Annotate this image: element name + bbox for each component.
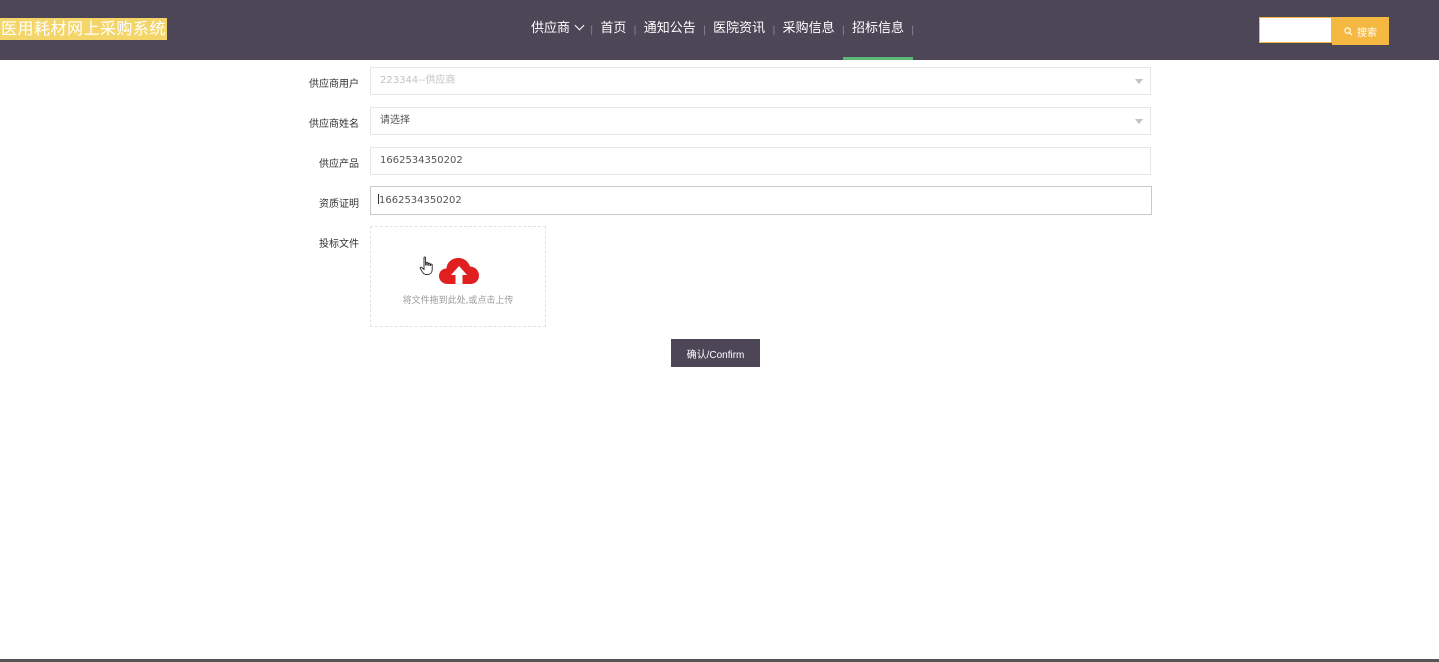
nav-separator: | bbox=[910, 24, 915, 36]
supplier-product-input[interactable]: 1662534350202 bbox=[370, 147, 1151, 175]
nav-separator: | bbox=[633, 24, 637, 36]
nav-label: 供应商 bbox=[531, 21, 571, 36]
nav-label: 招标信息 bbox=[851, 21, 904, 36]
nav-bidding-info[interactable]: 招标信息 bbox=[842, 0, 913, 60]
supplier-name-select[interactable]: 请选择 bbox=[370, 107, 1151, 135]
supplier-user-value: 223344--供应商 bbox=[380, 75, 456, 86]
confirm-button[interactable]: 确认/Confirm bbox=[671, 339, 760, 367]
supplier-user-select: 223344--供应商 bbox=[370, 67, 1151, 95]
supplier-product-value: 1662534350202 bbox=[380, 155, 463, 166]
upload-hint: 将文件拖到此处,或点击上传 bbox=[402, 296, 514, 306]
nav-label: 采购信息 bbox=[782, 21, 835, 36]
qualification-input[interactable]: 1662534350202 bbox=[370, 186, 1152, 215]
nav-hospital-news[interactable]: 医院资讯 bbox=[713, 0, 765, 60]
supplier-name-value: 请选择 bbox=[380, 115, 410, 126]
supplier-name-label: 供应商姓名 bbox=[309, 119, 359, 130]
nav-home[interactable]: 首页 bbox=[600, 0, 626, 60]
search-button[interactable]: 搜索 bbox=[1332, 17, 1389, 45]
site-title[interactable]: 医用耗材网上采购系统 bbox=[0, 18, 168, 40]
nav-label: 医院资讯 bbox=[713, 21, 766, 36]
top-navbar: 医用耗材网上采购系统 供应商 | 首页 | 通知公告 | 医院资讯 | 采购信息… bbox=[0, 0, 1439, 60]
nav-supplier-dropdown[interactable]: 供应商 bbox=[531, 0, 585, 60]
upload-cloud-icon bbox=[439, 258, 479, 284]
nav-separator: | bbox=[702, 24, 707, 36]
qualification-label: 资质证明 bbox=[319, 199, 359, 210]
supplier-product-label: 供应产品 bbox=[319, 159, 359, 170]
text-cursor bbox=[378, 194, 379, 204]
dropdown-arrow-icon bbox=[1135, 79, 1143, 84]
supplier-user-label: 供应商用户 bbox=[309, 79, 359, 90]
nav-label: 首页 bbox=[600, 21, 627, 36]
search-button-label: 搜索 bbox=[1357, 27, 1377, 39]
file-upload-dropzone[interactable]: 将文件拖到此处,或点击上传 bbox=[370, 226, 546, 327]
nav-notices[interactable]: 通知公告 bbox=[644, 0, 696, 60]
nav-procurement-info[interactable]: 采购信息 bbox=[783, 0, 835, 60]
nav-separator: | bbox=[841, 24, 845, 36]
nav-separator: | bbox=[772, 24, 776, 36]
search-input[interactable] bbox=[1259, 17, 1332, 43]
search-icon bbox=[1344, 26, 1353, 35]
nav-label: 通知公告 bbox=[643, 21, 696, 36]
hand-pointer-cursor-icon bbox=[419, 256, 433, 275]
chevron-down-icon bbox=[574, 20, 585, 31]
dropdown-arrow-icon bbox=[1135, 119, 1143, 124]
main-nav: 供应商 | 首页 | 通知公告 | 医院资讯 | 采购信息 | 招标信息 | bbox=[531, 0, 921, 60]
bid-file-label: 投标文件 bbox=[319, 239, 359, 250]
qualification-value: 1662534350202 bbox=[379, 195, 462, 206]
nav-separator: | bbox=[590, 24, 594, 36]
